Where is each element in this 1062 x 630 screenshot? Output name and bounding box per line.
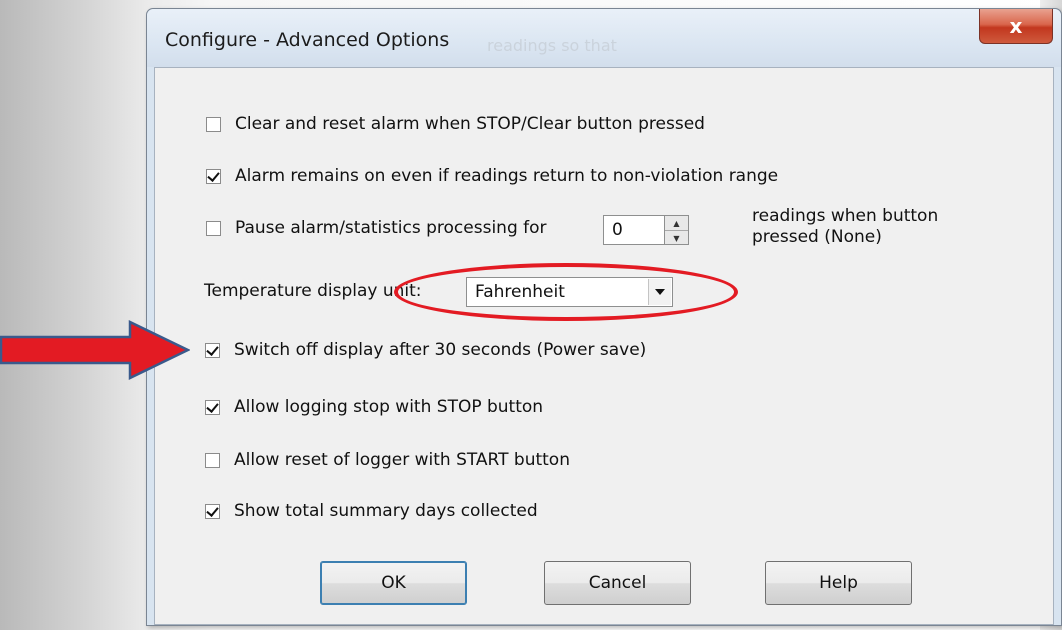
- option-clear-reset-alarm[interactable]: Clear and reset alarm when STOP/Clear bu…: [206, 114, 705, 134]
- option-label: Clear and reset alarm when STOP/Clear bu…: [235, 114, 705, 134]
- temperature-unit-label: Temperature display unit:: [204, 281, 422, 301]
- option-label: Show total summary days collected: [234, 501, 538, 521]
- configure-dialog: Configure - Advanced Options readings so…: [146, 8, 1062, 626]
- option-label: Alarm remains on even if readings return…: [235, 166, 779, 186]
- title-bar[interactable]: Configure - Advanced Options readings so…: [147, 9, 1061, 67]
- option-allow-reset-logger[interactable]: Allow reset of logger with START button: [205, 450, 570, 470]
- pause-note-line1: readings when button: [752, 206, 939, 226]
- checkbox-clear-reset-alarm[interactable]: [206, 116, 221, 132]
- option-pause-alarm[interactable]: Pause alarm/statistics processing for: [206, 218, 547, 238]
- pause-note-line2: pressed (None): [752, 227, 882, 247]
- callout-arrow: [0, 320, 191, 380]
- cancel-button[interactable]: Cancel: [544, 561, 691, 605]
- spin-down-icon[interactable]: ▼: [665, 231, 688, 245]
- checkbox-alarm-remains-on[interactable]: [206, 168, 221, 184]
- option-switch-off-display[interactable]: Switch off display after 30 seconds (Pow…: [205, 340, 646, 360]
- option-alarm-remains-on[interactable]: Alarm remains on even if readings return…: [206, 166, 778, 186]
- pause-note: readings when button pressed (None): [752, 206, 938, 248]
- help-button[interactable]: Help: [765, 561, 912, 605]
- pause-readings-spinner[interactable]: ▲ ▼: [665, 215, 689, 245]
- option-label: Pause alarm/statistics processing for: [235, 218, 547, 238]
- option-show-summary-days[interactable]: Show total summary days collected: [205, 501, 538, 521]
- checkbox-show-summary-days[interactable]: [205, 503, 220, 519]
- background-window-text: readings so that: [487, 36, 617, 55]
- checkbox-allow-reset-logger[interactable]: [205, 452, 220, 468]
- checkbox-switch-off-display[interactable]: [205, 342, 220, 358]
- option-label: Allow reset of logger with START button: [234, 450, 570, 470]
- close-icon: x: [1009, 14, 1023, 38]
- dialog-title: Configure - Advanced Options: [165, 29, 450, 51]
- close-button[interactable]: x: [979, 9, 1053, 44]
- option-allow-logging-stop[interactable]: Allow logging stop with STOP button: [205, 397, 543, 417]
- option-label: Allow logging stop with STOP button: [234, 397, 544, 417]
- arrow-right-icon: [0, 320, 191, 380]
- pause-readings-input[interactable]: 0: [603, 215, 665, 245]
- spin-up-icon[interactable]: ▲: [665, 216, 688, 231]
- checkbox-allow-logging-stop[interactable]: [205, 399, 220, 415]
- highlight-ellipse: [394, 263, 738, 321]
- option-label: Switch off display after 30 seconds (Pow…: [234, 340, 647, 360]
- ok-button[interactable]: OK: [320, 561, 467, 605]
- checkbox-pause-alarm[interactable]: [206, 220, 221, 236]
